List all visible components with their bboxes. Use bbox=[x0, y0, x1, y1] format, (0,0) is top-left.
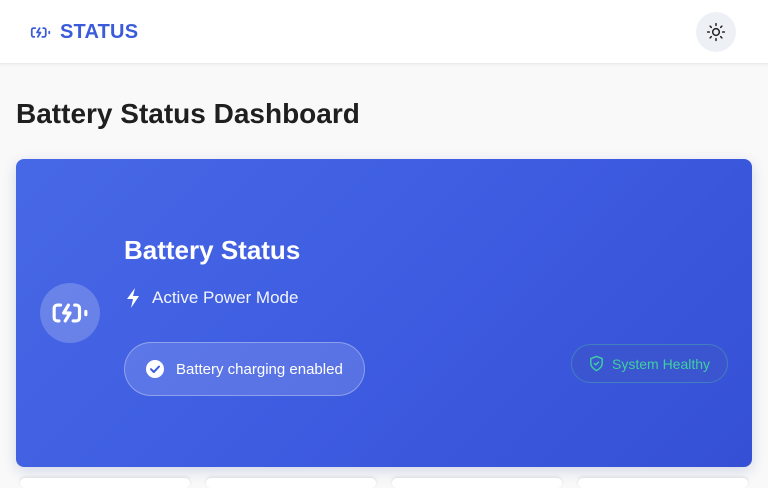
stat-cards-row bbox=[0, 474, 768, 488]
page-title: Battery Status Dashboard bbox=[16, 98, 360, 129]
battery-status-card: Battery Status Active Power Mode Battery… bbox=[16, 159, 752, 467]
battery-charging-icon bbox=[30, 26, 51, 38]
top-bar: STATUS bbox=[0, 0, 768, 64]
brand-link[interactable]: STATUS bbox=[30, 20, 138, 44]
shield-check-icon bbox=[590, 355, 603, 372]
power-mode-label: Active Power Mode bbox=[152, 288, 299, 307]
power-mode-row: Active Power Mode bbox=[124, 286, 298, 310]
theme-toggle-button[interactable] bbox=[696, 12, 736, 52]
charging-status-label: Battery charging enabled bbox=[176, 360, 343, 378]
charging-status-pill: Battery charging enabled bbox=[124, 342, 365, 396]
brand-label: STATUS bbox=[60, 20, 139, 43]
sun-icon bbox=[706, 22, 726, 42]
system-health-label: System Healthy bbox=[612, 355, 711, 372]
battery-icon-badge bbox=[40, 283, 100, 343]
lightning-bolt-icon bbox=[127, 288, 139, 308]
check-circle-icon bbox=[146, 360, 164, 378]
card-title: Battery Status bbox=[124, 235, 301, 265]
system-health-badge[interactable]: System Healthy bbox=[571, 344, 728, 383]
battery-charging-icon bbox=[52, 303, 88, 323]
